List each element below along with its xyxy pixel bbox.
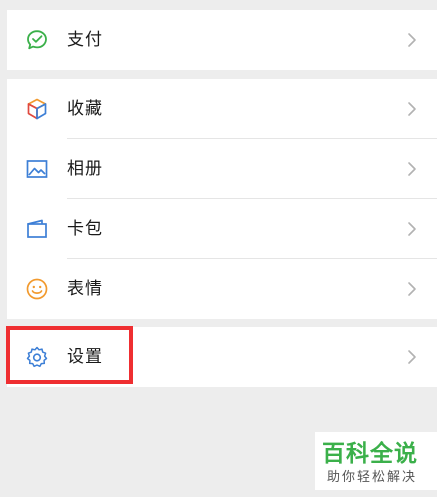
menu-item-cards[interactable]: 卡包 xyxy=(7,199,437,259)
favorites-cube-icon xyxy=(25,97,49,121)
card-wallet-icon xyxy=(25,217,49,241)
menu-item-payment[interactable]: 支付 xyxy=(7,10,437,70)
chevron-right-icon xyxy=(405,101,419,117)
right-edge-strip xyxy=(437,0,445,497)
group-features: 收藏 相册 卡包 表情 xyxy=(7,79,437,319)
menu-item-stickers[interactable]: 表情 xyxy=(7,259,437,319)
chevron-right-icon xyxy=(405,32,419,48)
chevron-right-icon xyxy=(405,281,419,297)
group-payment: 支付 xyxy=(7,10,437,70)
menu-item-label: 支付 xyxy=(67,30,103,50)
menu-item-favorites[interactable]: 收藏 xyxy=(7,79,437,139)
me-page-menu: 支付 收藏 相册 卡包 表情 设置 xyxy=(0,0,437,497)
payment-icon xyxy=(25,28,49,52)
album-image-icon xyxy=(25,157,49,181)
watermark-subtitle: 助你轻松解决 xyxy=(327,470,418,485)
menu-item-album[interactable]: 相册 xyxy=(7,139,437,199)
chevron-right-icon xyxy=(405,161,419,177)
chevron-right-icon xyxy=(405,349,419,365)
menu-item-label: 收藏 xyxy=(67,99,103,119)
settings-highlight-box xyxy=(6,326,133,384)
watermark: 百科全说 助你轻松解决 xyxy=(315,432,437,490)
watermark-title: 百科全说 xyxy=(322,441,418,467)
menu-item-label: 相册 xyxy=(67,159,103,179)
chevron-right-icon xyxy=(405,221,419,237)
emoji-smile-icon xyxy=(25,277,49,301)
menu-item-label: 卡包 xyxy=(67,219,103,239)
menu-item-label: 表情 xyxy=(67,279,103,299)
